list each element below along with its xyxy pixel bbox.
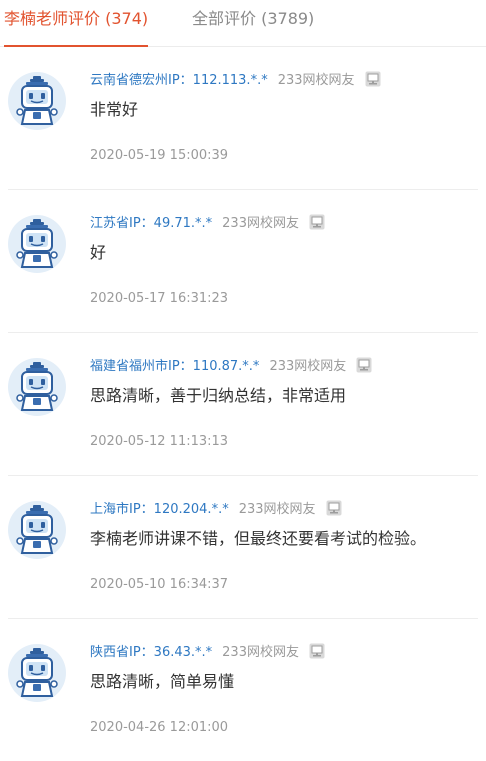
review-meta: 江苏省IP：49.71.*.* 233网校网友 [90, 212, 325, 234]
review-timestamp: 2020-05-10 16:34:37 [90, 577, 229, 592]
review-meta: 福建省福州市IP：110.87.*.* 233网校网友 [90, 355, 372, 377]
review-item: 上海市IP：120.204.*.* 233网校网友 李楠老师讲课不错，但最终还要看… [8, 476, 478, 619]
review-timestamp: 2020-05-19 15:00:39 [90, 148, 229, 163]
computer-icon [356, 357, 372, 377]
reviewer-ip-link[interactable]: 上海市IP：120.204.*.* [90, 502, 229, 517]
tab-teacher-reviews-label: 李楠老师评价 (374) [4, 9, 149, 28]
reviewer-source: 233网校网友 [269, 359, 347, 374]
reviewer-ip-link[interactable]: 云南省德宏州IP：112.113.*.* [90, 73, 268, 88]
review-timestamp: 2020-04-26 12:01:00 [90, 720, 229, 735]
reviewer-ip-link[interactable]: 福建省福州市IP：110.87.*.* [90, 359, 259, 374]
reviewer-source: 233网校网友 [277, 73, 355, 88]
review-text: 李楠老师讲课不错，但最终还要看考试的检验。 [90, 529, 427, 548]
review-item: 云南省德宏州IP：112.113.*.* 233网校网友 非常好 2020-05-1… [8, 47, 478, 190]
review-tabs: 李楠老师评价 (374) 全部评价 (3789) [0, 0, 486, 47]
computer-icon [309, 214, 325, 234]
reviewer-source: 233网校网友 [222, 216, 299, 231]
review-timestamp: 2020-05-12 11:13:13 [90, 434, 229, 449]
reviewer-ip-link[interactable]: 江苏省IP：49.71.*.* [90, 216, 212, 231]
computer-icon [309, 643, 325, 663]
review-text: 思路清晰，善于归纳总结，非常适用 [90, 386, 347, 405]
tab-all-reviews-label: 全部评价 (3789) [192, 9, 315, 28]
review-list: 云南省德宏州IP：112.113.*.* 233网校网友 非常好 2020-05-1… [0, 47, 486, 761]
review-item: 福建省福州市IP：110.87.*.* 233网校网友 思路清晰，善于归纳总结，非… [8, 333, 478, 476]
robot-avatar-icon [8, 644, 66, 702]
review-item: 江苏省IP：49.71.*.* 233网校网友 好 2020-05-17 16:31… [8, 190, 478, 333]
robot-avatar-icon [8, 501, 66, 559]
review-meta: 云南省德宏州IP：112.113.*.* 233网校网友 [90, 69, 381, 91]
review-timestamp: 2020-05-17 16:31:23 [90, 291, 229, 306]
review-meta: 陕西省IP：36.43.*.* 233网校网友 [90, 641, 325, 663]
review-text: 思路清晰，简单易懂 [90, 672, 235, 691]
review-text: 非常好 [90, 100, 139, 119]
robot-avatar-icon [8, 215, 66, 273]
tab-teacher-reviews[interactable]: 李楠老师评价 (374) [4, 0, 149, 47]
computer-icon [365, 71, 381, 91]
robot-avatar-icon [8, 72, 66, 130]
robot-avatar-icon [8, 358, 66, 416]
reviewer-source: 233网校网友 [238, 502, 316, 517]
review-text: 好 [90, 243, 107, 262]
reviewer-source: 233网校网友 [222, 645, 299, 660]
tab-all-reviews[interactable]: 全部评价 (3789) [192, 0, 314, 46]
reviewer-ip-link[interactable]: 陕西省IP：36.43.*.* [90, 645, 212, 660]
computer-icon [326, 500, 342, 520]
review-meta: 上海市IP：120.204.*.* 233网校网友 [90, 498, 342, 520]
